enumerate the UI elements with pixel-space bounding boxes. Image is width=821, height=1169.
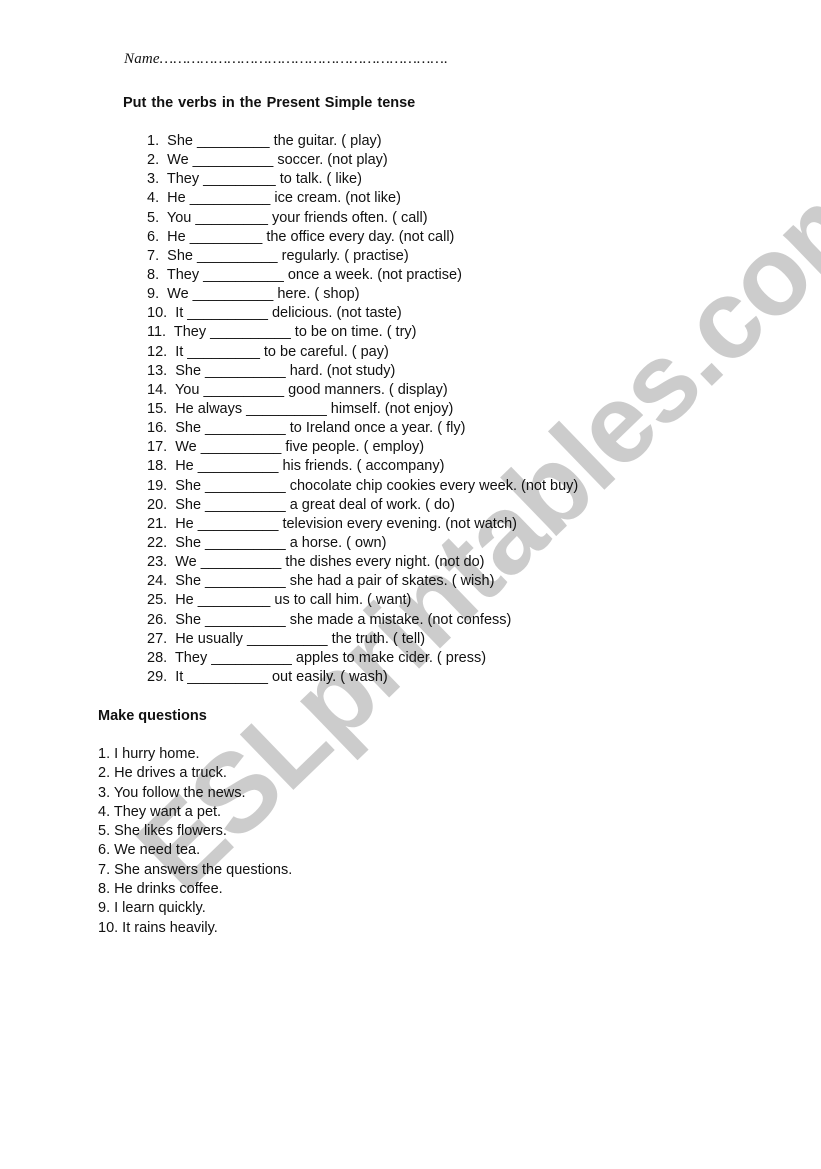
exercise-item: 15. He always __________ himself. (not e… [147, 400, 454, 417]
question-item: 3. You follow the news. [98, 784, 246, 801]
exercise-item: 28. They __________ apples to make cider… [147, 649, 487, 666]
exercise-2-list: 1. I hurry home. 2. He drives a truck. 3… [98, 745, 292, 938]
question-item: 10. It rains heavily. [98, 919, 218, 936]
question-item: 9. I learn quickly. [98, 900, 206, 917]
question-item: 6. We need tea. [98, 842, 201, 859]
exercise-item: 18. He __________ his friends. ( accompa… [147, 458, 445, 475]
exercise-item: 17. We __________ five people. ( employ) [147, 439, 425, 456]
exercise-item: 13. She __________ hard. (not study) [147, 362, 396, 379]
exercise-item: 29. It __________ out easily. ( wash) [147, 668, 388, 685]
exercise-item: 21. He __________ television every eveni… [147, 515, 517, 532]
exercise-item: 23. We __________ the dishes every night… [147, 554, 485, 571]
question-item: 1. I hurry home. [98, 746, 200, 762]
question-item: 7. She answers the questions. [98, 861, 293, 878]
exercise-item: 19. She __________ chocolate chip cookie… [147, 477, 579, 494]
exercise-item: 9. We __________ here. ( shop) [147, 286, 360, 303]
exercise-item: 5. You _________ your friends often. ( c… [147, 209, 428, 226]
question-item: 5. She likes flowers. [98, 823, 227, 840]
question-item: 2. He drives a truck. [98, 765, 227, 782]
exercise-item: 2. We __________ soccer. (not play) [147, 152, 388, 169]
exercise-1-list: 1. She _________ the guitar. ( play) 2. … [147, 132, 578, 687]
question-item: 8. He drinks coffee. [98, 881, 223, 898]
exercise-item: 26. She __________ she made a mistake. (… [147, 611, 512, 628]
exercise-item: 25. He _________ us to call him. ( want) [147, 592, 412, 609]
exercise-item: 20. She __________ a great deal of work.… [147, 496, 455, 513]
section-title-make-questions: Make questions [98, 708, 207, 724]
exercise-item: 16. She __________ to Ireland once a yea… [147, 420, 466, 437]
exercise-item: 1. She _________ the guitar. ( play) [147, 133, 382, 149]
section-title-present-simple: Put the verbs in the Present Simple tens… [123, 95, 416, 111]
exercise-item: 22. She __________ a horse. ( own) [147, 534, 387, 551]
exercise-item: 11. They __________ to be on time. ( try… [147, 324, 417, 341]
question-item: 4. They want a pet. [98, 803, 222, 820]
exercise-item: 24. She __________ she had a pair of ska… [147, 573, 495, 590]
name-field-line: Name………………………………………………………. [124, 51, 449, 67]
exercise-item: 27. He usually __________ the truth. ( t… [147, 630, 426, 647]
exercise-item: 7. She __________ regularly. ( practise) [147, 247, 409, 264]
exercise-item: 8. They __________ once a week. (not pra… [147, 266, 462, 283]
exercise-item: 3. They _________ to talk. ( like) [147, 171, 362, 188]
exercise-item: 4. He __________ ice cream. (not like) [147, 190, 401, 207]
exercise-item: 12. It _________ to be careful. ( pay) [147, 343, 389, 360]
exercise-item: 6. He _________ the office every day. (n… [147, 228, 455, 245]
exercise-item: 14. You __________ good manners. ( displ… [147, 381, 448, 398]
exercise-item: 10. It __________ delicious. (not taste) [147, 305, 402, 322]
